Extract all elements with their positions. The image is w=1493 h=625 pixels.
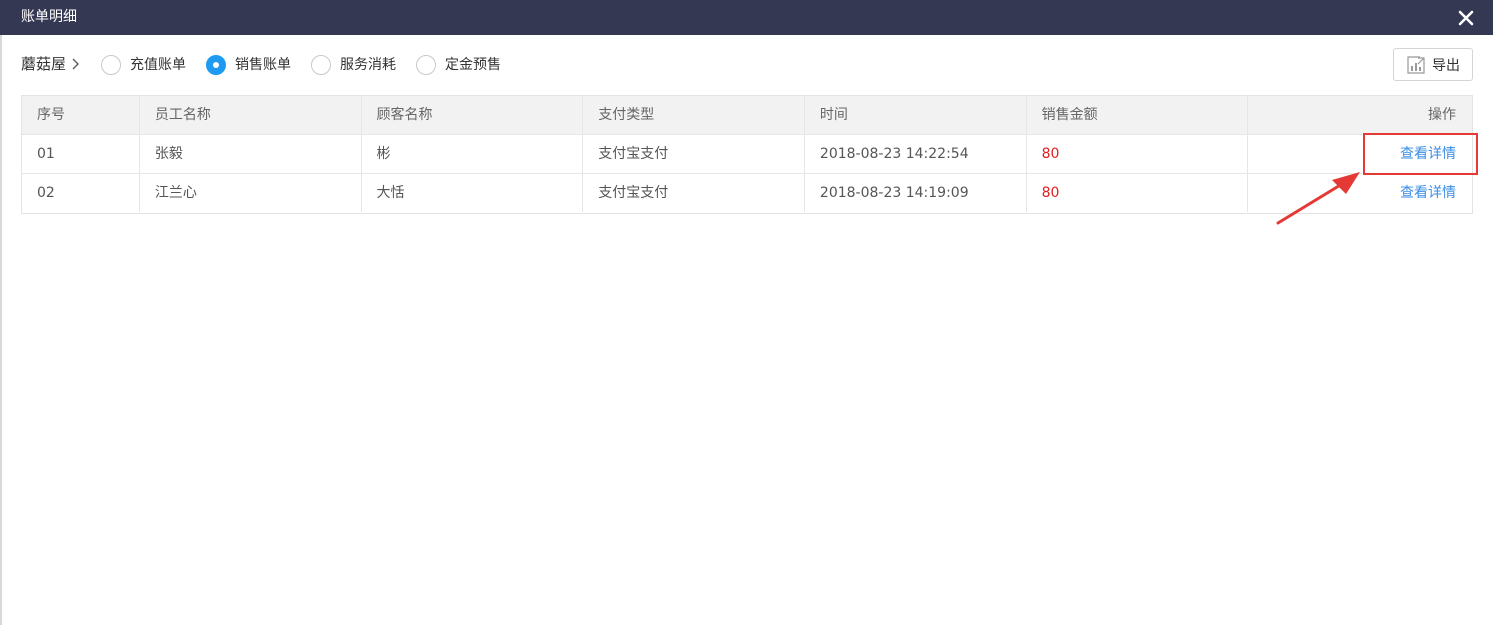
export-button[interactable]: 导出 (1393, 48, 1473, 81)
bill-table: 序号 员工名称 顾客名称 支付类型 时间 销售金额 操作 01 张毅 彬 支付宝… (21, 95, 1473, 214)
bill-type-radio-group: 充值账单 销售账单 服务消耗 定金预售 (101, 53, 521, 77)
radio-button[interactable] (311, 55, 331, 75)
bill-detail-dialog: 账单明细 蘑菇屋 充值账单 销售账单 服务消耗 定金预售 导出 序号 员工名称 … (0, 0, 1493, 625)
header-amount: 销售金额 (1027, 96, 1249, 134)
cell-amount: 80 (1027, 174, 1249, 212)
radio-service-consumption[interactable]: 服务消耗 (311, 53, 396, 77)
radio-recharge-bill[interactable]: 充值账单 (101, 53, 186, 77)
cell-pay-type: 支付宝支付 (583, 135, 805, 173)
left-border (0, 35, 2, 625)
chart-export-icon (1407, 55, 1425, 74)
filter-bar: 蘑菇屋 充值账单 销售账单 服务消耗 定金预售 导出 (0, 44, 1493, 88)
cell-pay-type: 支付宝支付 (583, 174, 805, 212)
radio-label: 销售账单 (235, 56, 291, 73)
cell-time: 2018-08-23 14:19:09 (805, 174, 1027, 212)
dialog-title: 账单明细 (21, 9, 77, 25)
cell-time: 2018-08-23 14:22:54 (805, 135, 1027, 173)
header-customer: 顾客名称 (362, 96, 584, 134)
cell-index: 01 (22, 135, 140, 173)
table-row: 02 江兰心 大恬 支付宝支付 2018-08-23 14:19:09 80 查… (22, 174, 1472, 213)
radio-button-selected[interactable] (206, 55, 226, 75)
header-index: 序号 (22, 96, 140, 134)
breadcrumb[interactable]: 蘑菇屋 (21, 55, 80, 73)
cell-action: 查看详情 (1248, 174, 1472, 212)
radio-sales-bill[interactable]: 销售账单 (206, 53, 291, 77)
radio-button[interactable] (416, 55, 436, 75)
radio-label: 充值账单 (130, 56, 186, 73)
cell-action: 查看详情 (1248, 135, 1472, 173)
cell-customer: 彬 (362, 135, 584, 173)
export-label: 导出 (1432, 57, 1460, 74)
store-name: 蘑菇屋 (21, 55, 67, 73)
table-header-row: 序号 员工名称 顾客名称 支付类型 时间 销售金额 操作 (22, 96, 1472, 135)
header-pay-type: 支付类型 (583, 96, 805, 134)
header-action: 操作 (1427, 107, 1456, 123)
header-time: 时间 (805, 96, 1027, 134)
dialog-titlebar: 账单明细 (0, 0, 1493, 35)
radio-button[interactable] (101, 55, 121, 75)
chevron-right-icon (72, 58, 79, 70)
radio-label: 服务消耗 (340, 56, 396, 73)
view-details-link[interactable]: 查看详情 (1400, 146, 1456, 162)
header-employee: 员工名称 (140, 96, 362, 134)
cell-employee: 张毅 (140, 135, 362, 173)
cell-amount: 80 (1027, 135, 1249, 173)
radio-label: 定金预售 (445, 56, 501, 73)
close-icon[interactable] (1456, 8, 1476, 28)
cell-index: 02 (22, 174, 140, 212)
radio-deposit-presale[interactable]: 定金预售 (416, 53, 501, 77)
table-row: 01 张毅 彬 支付宝支付 2018-08-23 14:22:54 80 查看详… (22, 135, 1472, 174)
view-details-link[interactable]: 查看详情 (1400, 185, 1456, 201)
cell-employee: 江兰心 (140, 174, 362, 212)
cell-customer: 大恬 (362, 174, 584, 212)
